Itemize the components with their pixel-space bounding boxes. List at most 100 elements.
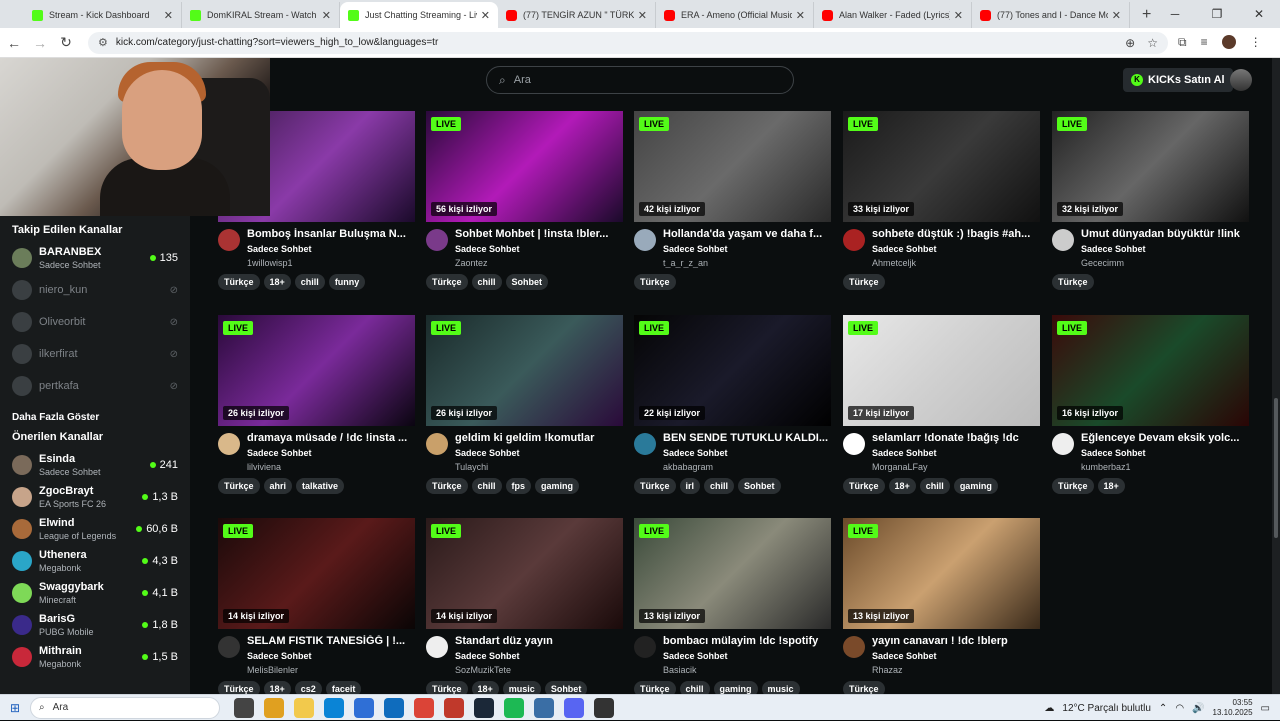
tag-chip[interactable]: Türkçe — [1052, 478, 1094, 494]
stream-thumbnail[interactable]: LIVE 26 kişi izliyor — [218, 315, 415, 426]
followed-channel-item[interactable]: Oliveorbit ⊘ — [12, 306, 178, 338]
stream-thumbnail[interactable]: LIVE 16 kişi izliyor — [1052, 315, 1249, 426]
tag-chip[interactable]: Türkçe — [218, 478, 260, 494]
tag-chip[interactable]: faceit — [325, 681, 362, 694]
outlook-icon[interactable] — [384, 697, 404, 718]
app-icon[interactable] — [534, 697, 554, 718]
stream-card[interactable]: LIVE 17 kişi izliyor selamlarr !donate !… — [843, 315, 1041, 494]
profile-avatar[interactable] — [1221, 35, 1236, 49]
volume-icon[interactable]: 🔊 — [1192, 703, 1204, 714]
close-tab-icon[interactable]: ✕ — [322, 9, 331, 22]
tag-chip[interactable]: chill — [471, 478, 502, 494]
tag-chip[interactable]: chill — [294, 274, 325, 290]
tag-chip[interactable]: cs2 — [294, 681, 322, 694]
tag-chip[interactable]: gaming — [713, 681, 758, 694]
tag-chip[interactable]: irl — [679, 478, 701, 494]
tag-chip[interactable]: ahri — [263, 478, 293, 494]
tag-chip[interactable]: music — [502, 681, 541, 694]
close-tab-icon[interactable]: ✕ — [1112, 9, 1121, 22]
streamer-name[interactable]: 1willowisp1 — [247, 258, 416, 268]
stream-title[interactable]: BEN SENDE TUTUKLU KALDI... — [663, 432, 832, 444]
scrollbar-track[interactable] — [1272, 58, 1280, 694]
recommended-channel-item[interactable]: BarisG PUBG Mobile 1,8 B — [12, 609, 178, 641]
tag-chip[interactable]: chill — [471, 274, 502, 290]
stream-category[interactable]: Sadece Sohbet — [1081, 448, 1250, 458]
browser-tab[interactable]: Alan Walker - Faded (Lyrics) - Y ✕ — [814, 2, 972, 28]
tag-chip[interactable]: chill — [919, 478, 950, 494]
tag-chip[interactable]: Türkçe — [426, 478, 468, 494]
tag-chip[interactable]: Türkçe — [218, 274, 260, 290]
streamer-name[interactable]: Rhazaz — [872, 665, 1041, 675]
stream-title[interactable]: Sohbet Mohbet | !insta !bler... — [455, 228, 624, 240]
stream-card[interactable]: LIVE 26 kişi izliyor dramaya müsade / !d… — [218, 315, 416, 494]
stream-card[interactable]: LIVE 56 kişi izliyor Sohbet Mohbet | !in… — [426, 111, 624, 290]
streamer-name[interactable]: Gececimm — [1081, 258, 1250, 268]
tag-chip[interactable]: 18+ — [263, 274, 291, 290]
tag-chip[interactable]: talkative — [296, 478, 345, 494]
stream-category[interactable]: Sadece Sohbet — [455, 448, 624, 458]
maximize-icon[interactable]: ❐ — [1196, 0, 1238, 28]
tag-chip[interactable]: Sohbet — [505, 274, 549, 290]
stream-title[interactable]: Eğlenceye Devam eksik yolc... — [1081, 432, 1250, 444]
recommended-channel-item[interactable]: Swaggybark Minecraft 4,1 B — [12, 577, 178, 609]
stream-thumbnail[interactable]: LIVE 14 kişi izliyor — [218, 518, 415, 629]
weather-text[interactable]: 12°C Parçalı bulutlu — [1062, 703, 1151, 714]
close-tab-icon[interactable]: ✕ — [481, 9, 490, 22]
buy-kicks-button[interactable]: K KICKs Satın Al — [1123, 68, 1233, 92]
streamer-avatar[interactable] — [843, 636, 865, 658]
tag-chip[interactable]: 18+ — [1097, 478, 1125, 494]
stream-thumbnail[interactable]: LIVE 42 kişi izliyor — [634, 111, 831, 222]
extensions-icon[interactable]: ⧉ — [1178, 35, 1187, 50]
streamer-avatar[interactable] — [634, 636, 656, 658]
new-tab-icon[interactable]: + — [1142, 2, 1151, 28]
stream-title[interactable]: Hollanda'da yaşam ve daha f... — [663, 228, 832, 240]
browser-tab[interactable]: Stream - Kick Dashboard ✕ — [24, 2, 182, 28]
browser-tab[interactable]: ERA - Ameno (Official Music Vi ✕ — [656, 2, 814, 28]
search-input[interactable]: ⌕ Ara — [486, 66, 794, 94]
scrollbar-thumb[interactable] — [1274, 398, 1278, 538]
stream-title[interactable]: Bomboş İnsanlar Buluşma N... — [247, 228, 416, 240]
tag-chip[interactable]: music — [761, 681, 800, 694]
stream-category[interactable]: Sadece Sohbet — [455, 244, 624, 254]
site-info-icon[interactable]: ⚙ — [98, 36, 108, 49]
stream-thumbnail[interactable]: LIVE 13 kişi izliyor — [843, 518, 1040, 629]
wifi-icon[interactable]: ◠ — [1175, 703, 1184, 714]
stream-card[interactable]: LIVE 13 kişi izliyor bombacı mülayim !dc… — [634, 518, 832, 694]
address-bar[interactable]: ⚙ kick.com/category/just-chatting?sort=v… — [88, 31, 1168, 54]
stream-title[interactable]: selamlarr !donate !bağış !dc — [872, 432, 1041, 444]
close-window-icon[interactable]: ✕ — [1238, 0, 1280, 28]
stream-category[interactable]: Sadece Sohbet — [872, 244, 1041, 254]
tag-chip[interactable]: Türkçe — [843, 478, 885, 494]
obs-icon[interactable] — [594, 697, 614, 718]
tag-chip[interactable]: 18+ — [263, 681, 291, 694]
streamer-name[interactable]: Tulaychi — [455, 462, 624, 472]
streamer-name[interactable]: SozMuzikTete — [455, 665, 624, 675]
stream-title[interactable]: bombacı mülayim !dc !spotify — [663, 635, 832, 647]
streamer-name[interactable]: lilviviena — [247, 462, 416, 472]
stream-card[interactable]: LIVE 33 kişi izliyor sohbete düştük :) !… — [843, 111, 1041, 290]
close-tab-icon[interactable]: ✕ — [796, 9, 805, 22]
streamer-name[interactable]: Ahmetceljk — [872, 258, 1041, 268]
tag-chip[interactable]: Sohbet — [544, 681, 588, 694]
file-explorer-icon[interactable] — [294, 697, 314, 718]
stream-title[interactable]: sohbete düştük :) !bagis #ah... — [872, 228, 1041, 240]
tag-chip[interactable]: Türkçe — [218, 681, 260, 694]
stream-thumbnail[interactable]: LIVE 22 kişi izliyor — [634, 315, 831, 426]
stream-thumbnail[interactable]: LIVE 56 kişi izliyor — [426, 111, 623, 222]
followed-channel-item[interactable]: BARANBEX Sadece Sohbet 135 — [12, 242, 178, 274]
reload-icon[interactable]: ↻ — [54, 34, 78, 51]
back-icon[interactable]: ← — [2, 35, 26, 51]
streamer-avatar[interactable] — [1052, 229, 1074, 251]
edge-icon[interactable] — [324, 697, 344, 718]
streamer-name[interactable]: t_a_r_z_an — [663, 258, 832, 268]
copilot-icon[interactable] — [264, 697, 284, 718]
streamer-avatar[interactable] — [426, 636, 448, 658]
tag-chip[interactable]: Türkçe — [843, 681, 885, 694]
stream-card[interactable]: LIVE 22 kişi izliyor BEN SENDE TUTUKLU K… — [634, 315, 832, 494]
recommended-channel-item[interactable]: Uthenera Megabonk 4,3 B — [12, 545, 178, 577]
browser-tab[interactable]: Just Chatting Streaming - Live ✕ — [340, 2, 498, 28]
close-tab-icon[interactable]: ✕ — [638, 9, 647, 22]
minimize-icon[interactable]: ─ — [1154, 0, 1196, 28]
streamer-name[interactable]: MelisBilenler — [247, 665, 416, 675]
stream-category[interactable]: Sadece Sohbet — [455, 651, 624, 661]
